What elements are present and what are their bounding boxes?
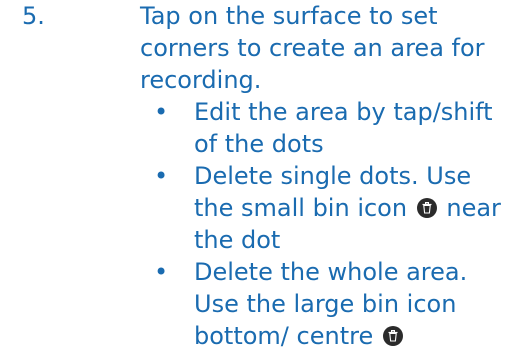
bullet-marker: • <box>154 98 169 126</box>
list-item: • Edit the area by tap/shift of the dots <box>140 96 510 160</box>
list-item: • Delete single dots. Use the small bin … <box>140 160 510 256</box>
bullet-text: Edit the area by tap/shift of the dots <box>194 98 493 158</box>
sub-step-list: • Edit the area by tap/shift of the dots… <box>140 96 510 352</box>
bin-icon <box>382 326 403 346</box>
step-number: 5. <box>22 2 45 30</box>
list-item: • Delete the whole area. Use the large b… <box>140 256 510 352</box>
step-instruction: Tap on the surface to set corners to cre… <box>140 2 485 94</box>
bullet-marker: • <box>154 162 169 190</box>
bullet-text: Delete the whole area. Use the large bin… <box>194 258 468 350</box>
bin-icon <box>416 198 437 218</box>
bullet-marker: • <box>154 258 169 286</box>
